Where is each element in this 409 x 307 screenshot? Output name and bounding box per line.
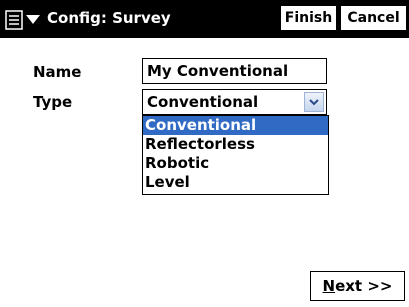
finish-button[interactable]: Finish [280,5,337,31]
caret-down-icon [25,14,40,24]
cancel-button[interactable]: Cancel [340,5,407,31]
window-title: Config: Survey [47,9,171,27]
type-select-value: Conventional [147,93,259,111]
type-options-list[interactable]: Conventional Reflectorless Robotic Level [142,115,329,195]
type-label: Type [33,93,73,111]
next-button-label: ext >> [335,277,393,295]
type-option-level[interactable]: Level [143,173,328,192]
type-select[interactable]: Conventional [142,89,327,115]
name-field[interactable]: My Conventional [142,58,327,84]
next-button-mnemonic: N [322,277,336,295]
app-menu-button[interactable] [2,6,42,33]
dropdown-arrow-icon[interactable] [304,92,324,112]
name-label: Name [33,63,82,81]
type-option-robotic[interactable]: Robotic [143,154,328,173]
next-button[interactable]: Next >> [310,271,405,301]
type-option-conventional[interactable]: Conventional [143,116,328,135]
menu-list-icon [4,9,23,30]
type-option-reflectorless[interactable]: Reflectorless [143,135,328,154]
title-bar: Config: Survey Finish Cancel [0,0,409,38]
